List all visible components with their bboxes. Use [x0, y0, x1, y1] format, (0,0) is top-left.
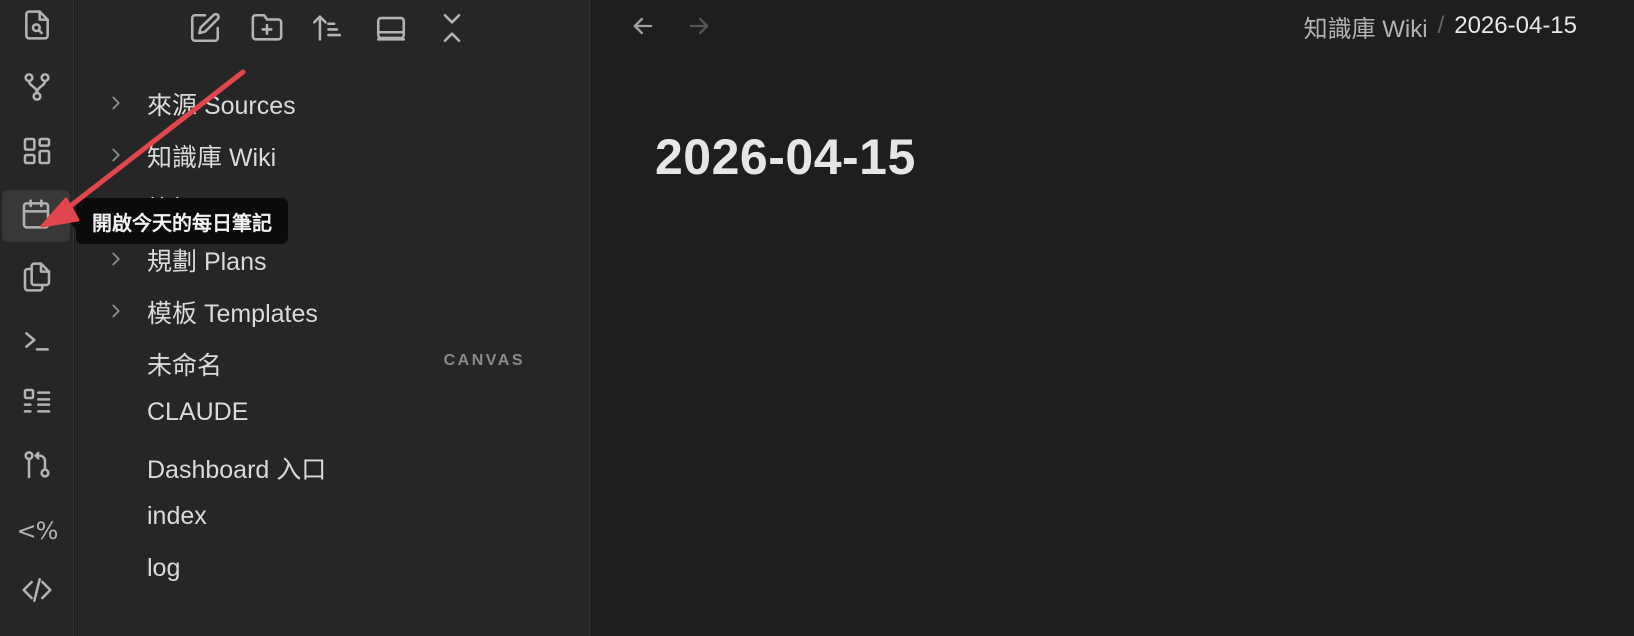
left-ribbon: <% [0, 0, 74, 636]
chevron-right-icon[interactable] [105, 92, 127, 114]
file-item-claude[interactable]: CLAUDE [105, 392, 585, 436]
file-type-tag: CANVAS [443, 352, 525, 369]
breadcrumb-parent[interactable]: 知識庫 Wiki [1304, 9, 1428, 44]
forward-button[interactable] [677, 6, 721, 50]
sort-icon [310, 11, 344, 50]
collapse-all-icon [435, 11, 469, 50]
templater-icon: <% [16, 517, 59, 545]
graph-view-icon [21, 71, 53, 108]
folder-label: 規劃 Plans [147, 248, 267, 276]
breadcrumb: 知識庫 Wiki / 2026-04-15 [1304, 8, 1577, 44]
search-icon [21, 9, 53, 46]
collapse-view-icon [374, 11, 408, 50]
breadcrumb-current[interactable]: 2026-04-15 [1454, 12, 1577, 40]
file-label: CLAUDE [147, 398, 249, 426]
checklist-icon [21, 386, 53, 423]
file-label: log [147, 554, 181, 582]
sort-button[interactable] [305, 8, 349, 52]
back-button[interactable] [621, 6, 665, 50]
file-item-untitled[interactable]: 未命名 CANVAS [105, 340, 585, 384]
terminal-button[interactable] [2, 316, 72, 368]
folder-item-sources[interactable]: 來源 Sources [105, 80, 585, 124]
folder-label: 知識庫 Wiki [147, 144, 277, 172]
file-item-log[interactable]: log [105, 548, 585, 592]
collapse-view-button[interactable] [369, 8, 413, 52]
templater-button[interactable]: <% [2, 505, 72, 557]
daily-note-button[interactable] [2, 190, 70, 242]
graph-view-button[interactable] [2, 63, 72, 115]
folder-label: 模板 Templates [147, 300, 318, 328]
folder-label: 來源 Sources [147, 92, 296, 120]
terminal-icon [21, 324, 53, 361]
file-label: Dashboard 入口 [147, 456, 327, 484]
new-folder-button[interactable] [245, 8, 289, 52]
new-folder-icon [250, 11, 284, 50]
dashboard-icon [21, 135, 53, 172]
file-label: index [147, 502, 207, 530]
new-note-button[interactable] [183, 8, 227, 52]
file-item-dashboard[interactable]: Dashboard 入口 [105, 444, 585, 488]
file-explorer: 來源 Sources 知識庫 Wiki 筆記 Notes 規劃 Plans 模板… [75, 0, 590, 636]
code-button[interactable] [2, 566, 72, 618]
collapse-all-button[interactable] [430, 8, 474, 52]
folder-item-templates[interactable]: 模板 Templates [105, 288, 585, 332]
new-note-icon [188, 11, 222, 50]
daily-note-tooltip: 開啟今天的每日筆記 [68, 198, 288, 244]
git-button[interactable] [2, 441, 72, 493]
code-icon [21, 574, 53, 611]
file-item-index[interactable]: index [105, 496, 585, 540]
page-title[interactable]: 2026-04-15 [655, 128, 916, 186]
checklist-button[interactable] [2, 378, 72, 430]
breadcrumb-separator: / [1437, 12, 1445, 39]
calendar-icon [20, 198, 52, 235]
file-label: 未命名 [147, 352, 223, 380]
chevron-right-icon[interactable] [105, 300, 127, 322]
arrow-left-icon [629, 12, 657, 45]
explorer-toolbar [75, 8, 590, 52]
arrow-right-icon [685, 12, 713, 45]
copy-icon [21, 261, 53, 298]
chevron-right-icon[interactable] [105, 144, 127, 166]
folder-item-wiki[interactable]: 知識庫 Wiki [105, 132, 585, 176]
editor-pane: 知識庫 Wiki / 2026-04-15 2026-04-15 [591, 0, 1634, 636]
copy-button[interactable] [2, 253, 72, 305]
dashboard-button[interactable] [2, 127, 72, 179]
git-icon [21, 449, 53, 486]
search-button[interactable] [2, 1, 72, 53]
chevron-right-icon[interactable] [105, 248, 127, 270]
